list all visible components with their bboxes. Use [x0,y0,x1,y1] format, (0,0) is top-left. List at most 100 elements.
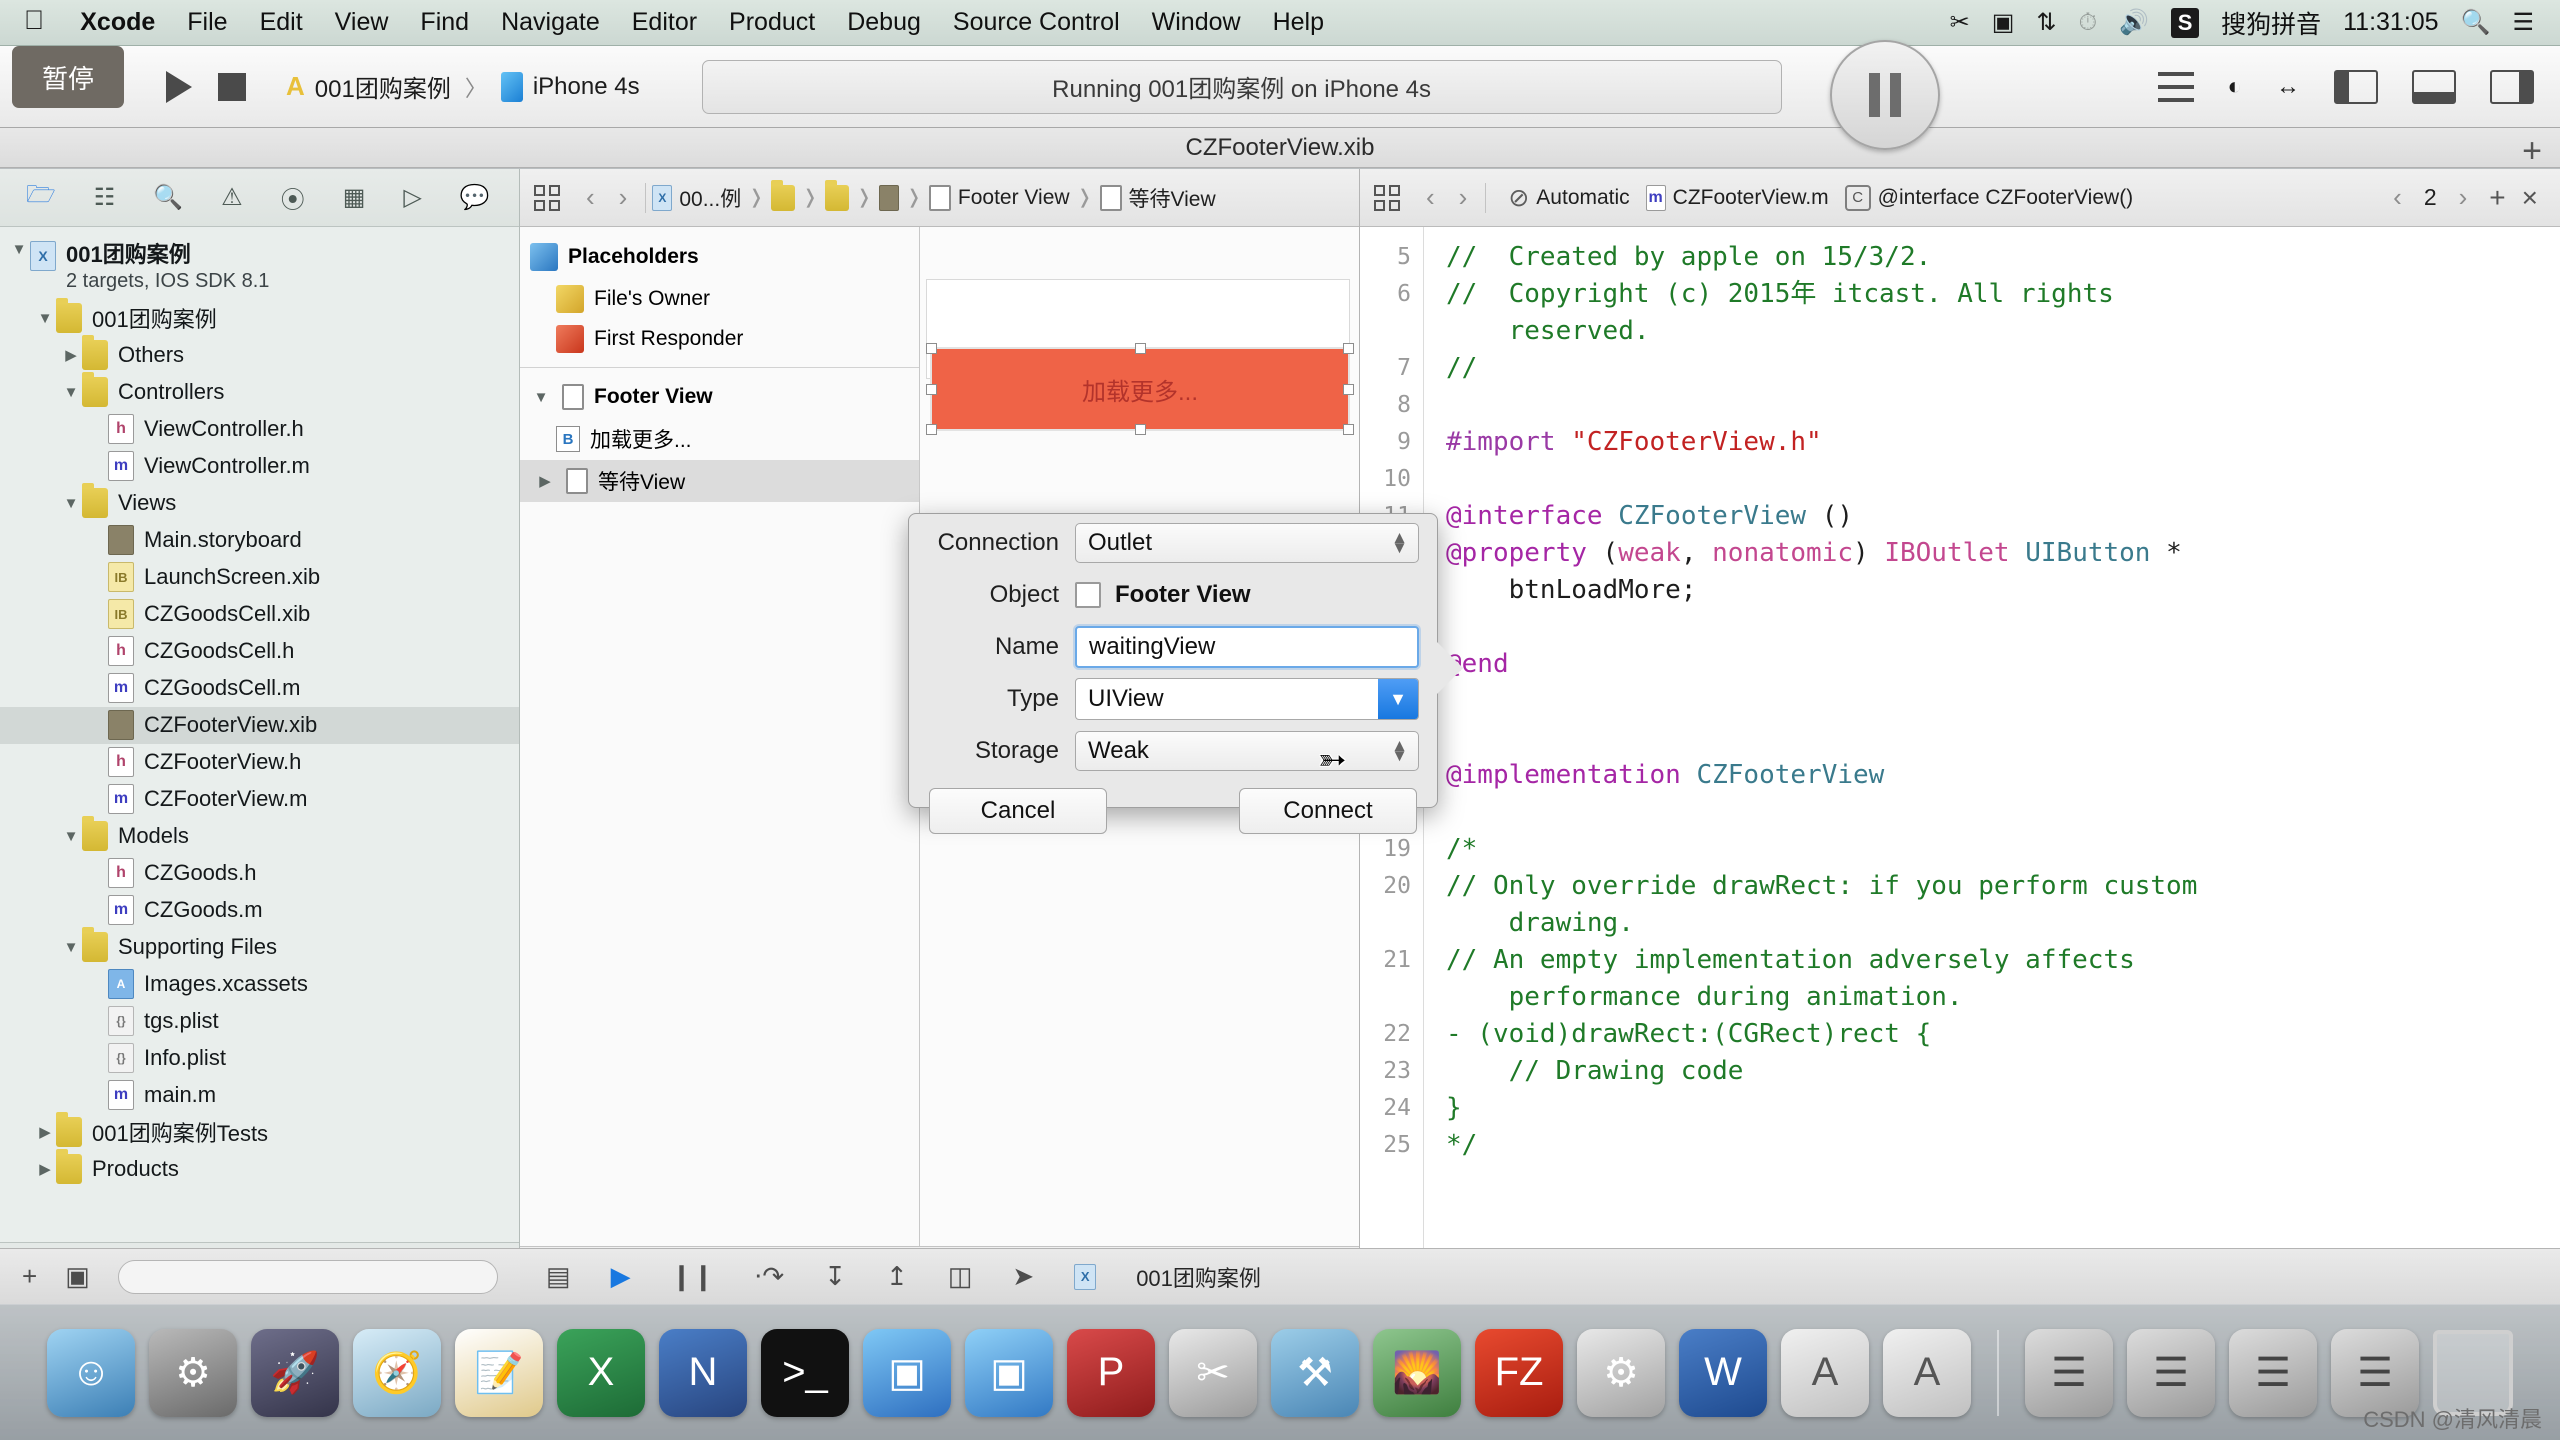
toggle-utilities-button[interactable] [2490,69,2534,104]
storage-select[interactable]: Weak ▲ ▼ [1075,731,1419,771]
dock-terminal-icon[interactable]: >_ [761,1328,849,1417]
dock-utility-icon[interactable]: ⚙ [1577,1328,1665,1417]
location-icon[interactable]: ➤ [1012,1261,1034,1292]
source-control-icon[interactable]: ☷ [94,183,116,212]
code-line[interactable]: */ [1446,1127,2560,1164]
scissors-icon[interactable]: ✂ [1950,8,1970,37]
toggle-debug-area-button[interactable] [2412,69,2456,104]
code-line[interactable]: reserved. [1446,313,2560,350]
code-line[interactable] [1446,794,2560,831]
twisty-icon[interactable]: ▼ [60,939,82,956]
breadcrumb-footer-view[interactable]: Footer View [928,184,1070,211]
resize-handle[interactable] [926,424,937,435]
notification-center-icon[interactable]: ☰ [2512,8,2534,37]
breadcrumb-waiting-view[interactable]: 等待View [1099,183,1216,213]
assistant-editor-icon[interactable]: ◐ [2228,73,2243,101]
twisty-icon[interactable]: ▼ [34,310,56,327]
menu-item-navigate[interactable]: Navigate [485,8,616,37]
code-line[interactable]: // Drawing code [1446,1053,2560,1090]
stop-button[interactable] [218,72,246,101]
continue-icon[interactable]: ▶ [611,1261,631,1292]
previous-counterpart-button[interactable]: ‹ [2387,182,2408,213]
outline-item-waiting-view[interactable]: ▶ 等待View [520,460,919,502]
code-line[interactable]: // Created by apple on 15/3/2. [1446,239,2560,276]
file-tree-row[interactable]: h CZFooterView.h [0,744,519,781]
file-tree-row[interactable]: A Images.xcassets [0,966,519,1003]
code-line[interactable] [1446,387,2560,424]
menu-item-xcode[interactable]: Xcode [64,8,171,37]
version-editor-icon[interactable]: ↔ [2276,73,2300,101]
file-tree-row[interactable]: m main.m [0,1077,519,1114]
cancel-button[interactable]: Cancel [929,788,1107,834]
screen-recording-icon[interactable]: ▣ [1992,8,2015,37]
chevron-down-icon[interactable]: ▼ [1378,679,1418,719]
twisty-icon[interactable]: ▶ [60,346,82,364]
dock-notes-icon[interactable]: 📝 [455,1328,543,1417]
dock-stack-downloads-icon[interactable]: ☰ [2025,1328,2113,1417]
resize-handle[interactable] [1343,384,1354,395]
folder-icon[interactable] [771,179,796,211]
code-line[interactable]: @interface CZFooterView () [1446,498,2560,535]
dock-system-preferences-icon[interactable]: ⚙ [149,1328,237,1417]
dock-safari-icon[interactable]: 🧭 [353,1328,441,1417]
code-line[interactable]: performance during animation. [1446,979,2560,1016]
xib-file-icon[interactable] [878,184,899,211]
menu-item-window[interactable]: Window [1136,8,1257,37]
stepper-icon[interactable]: ▲ ▼ [1391,529,1408,557]
menu-item-find[interactable]: Find [404,8,485,37]
code-line[interactable] [1446,609,2560,646]
dock-simulator-2-icon[interactable]: ▣ [965,1328,1053,1417]
report-icon[interactable]: 💬 [460,183,490,212]
dock-onenote-icon[interactable]: N [659,1328,747,1417]
apple-menu-icon[interactable]:  [14,7,64,38]
dock-launchpad-icon[interactable]: 🚀 [251,1328,339,1417]
back-button[interactable]: ‹ [1414,182,1447,213]
file-tree-row[interactable]: ▼ Controllers [0,372,519,411]
twisty-icon[interactable]: ▼ [8,241,30,258]
file-tree-row[interactable]: ▼ Views [0,483,519,522]
file-tree-row[interactable]: m CZGoods.m [0,892,519,929]
code-line[interactable]: @implementation CZFooterView [1446,757,2560,794]
add-assistant-editor-button[interactable]: + [2489,182,2505,214]
back-button[interactable]: ‹ [574,182,607,213]
code-line[interactable] [1446,720,2560,757]
dock-preview-icon[interactable]: A [1883,1328,1971,1417]
project-root-row[interactable]: ▼ X 001团购案例 2 targets, IOS SDK 8.1 [0,235,519,300]
timemachine-icon[interactable]: ⏱ [2078,9,2097,37]
clock[interactable]: 11:31:05 [2343,8,2438,37]
file-tree-row[interactable]: m CZFooterView.m [0,781,519,818]
stepper-icon[interactable]: ▲ ▼ [1391,737,1408,765]
ime-label[interactable]: 搜狗拼音 [2221,5,2321,41]
test-icon[interactable]: ⦿ [281,180,305,215]
code-line[interactable] [1446,683,2560,720]
dock-stack-documents-icon[interactable]: ☰ [2127,1328,2215,1417]
connection-select[interactable]: Outlet ▲ ▼ [1075,523,1419,563]
file-tree-row[interactable]: ▼ Models [0,816,519,855]
code-line[interactable]: /* [1446,831,2560,868]
standard-editor-icon[interactable] [2157,71,2194,102]
file-tree-row[interactable]: CZFooterView.xib [0,706,519,744]
menu-item-editor[interactable]: Editor [616,8,713,37]
code-editor[interactable]: 5678910111213141516171819202122232425 //… [1360,227,2560,1304]
next-counterpart-button[interactable]: › [2453,182,2474,213]
bluetooth-icon[interactable]: ⇅ [2036,8,2056,37]
pause-icon[interactable]: ❙❙ [671,1261,715,1292]
add-file-button[interactable]: + [22,1261,37,1292]
canvas-waiting-view[interactable]: 加载更多... [926,343,1354,435]
breadcrumb-project[interactable]: X 00...例 [652,183,741,213]
file-tree-row[interactable]: ▼ Supporting Files [0,927,519,966]
menu-item-debug[interactable]: Debug [831,8,937,37]
connect-button[interactable]: Connect [1239,788,1417,834]
menu-item-edit[interactable]: Edit [244,8,319,37]
code-line[interactable]: // Copyright (c) 2015年 itcast. All right… [1446,276,2560,313]
step-into-icon[interactable]: ↧ [824,1261,846,1292]
dock-powerpoint-icon[interactable]: P [1067,1328,1155,1417]
code-line[interactable]: #import "CZFooterView.h" [1446,424,2560,461]
related-items-icon[interactable] [1374,184,1400,211]
filter-toggle-icon[interactable]: ▣ [65,1261,90,1292]
close-assistant-editor-button[interactable]: × [2522,182,2546,214]
dock-stack-recents-icon[interactable]: ☰ [2229,1328,2317,1417]
menu-item-help[interactable]: Help [1257,8,1340,37]
file-tree-row[interactable]: {} Info.plist [0,1040,519,1077]
code-line[interactable] [1446,461,2560,498]
